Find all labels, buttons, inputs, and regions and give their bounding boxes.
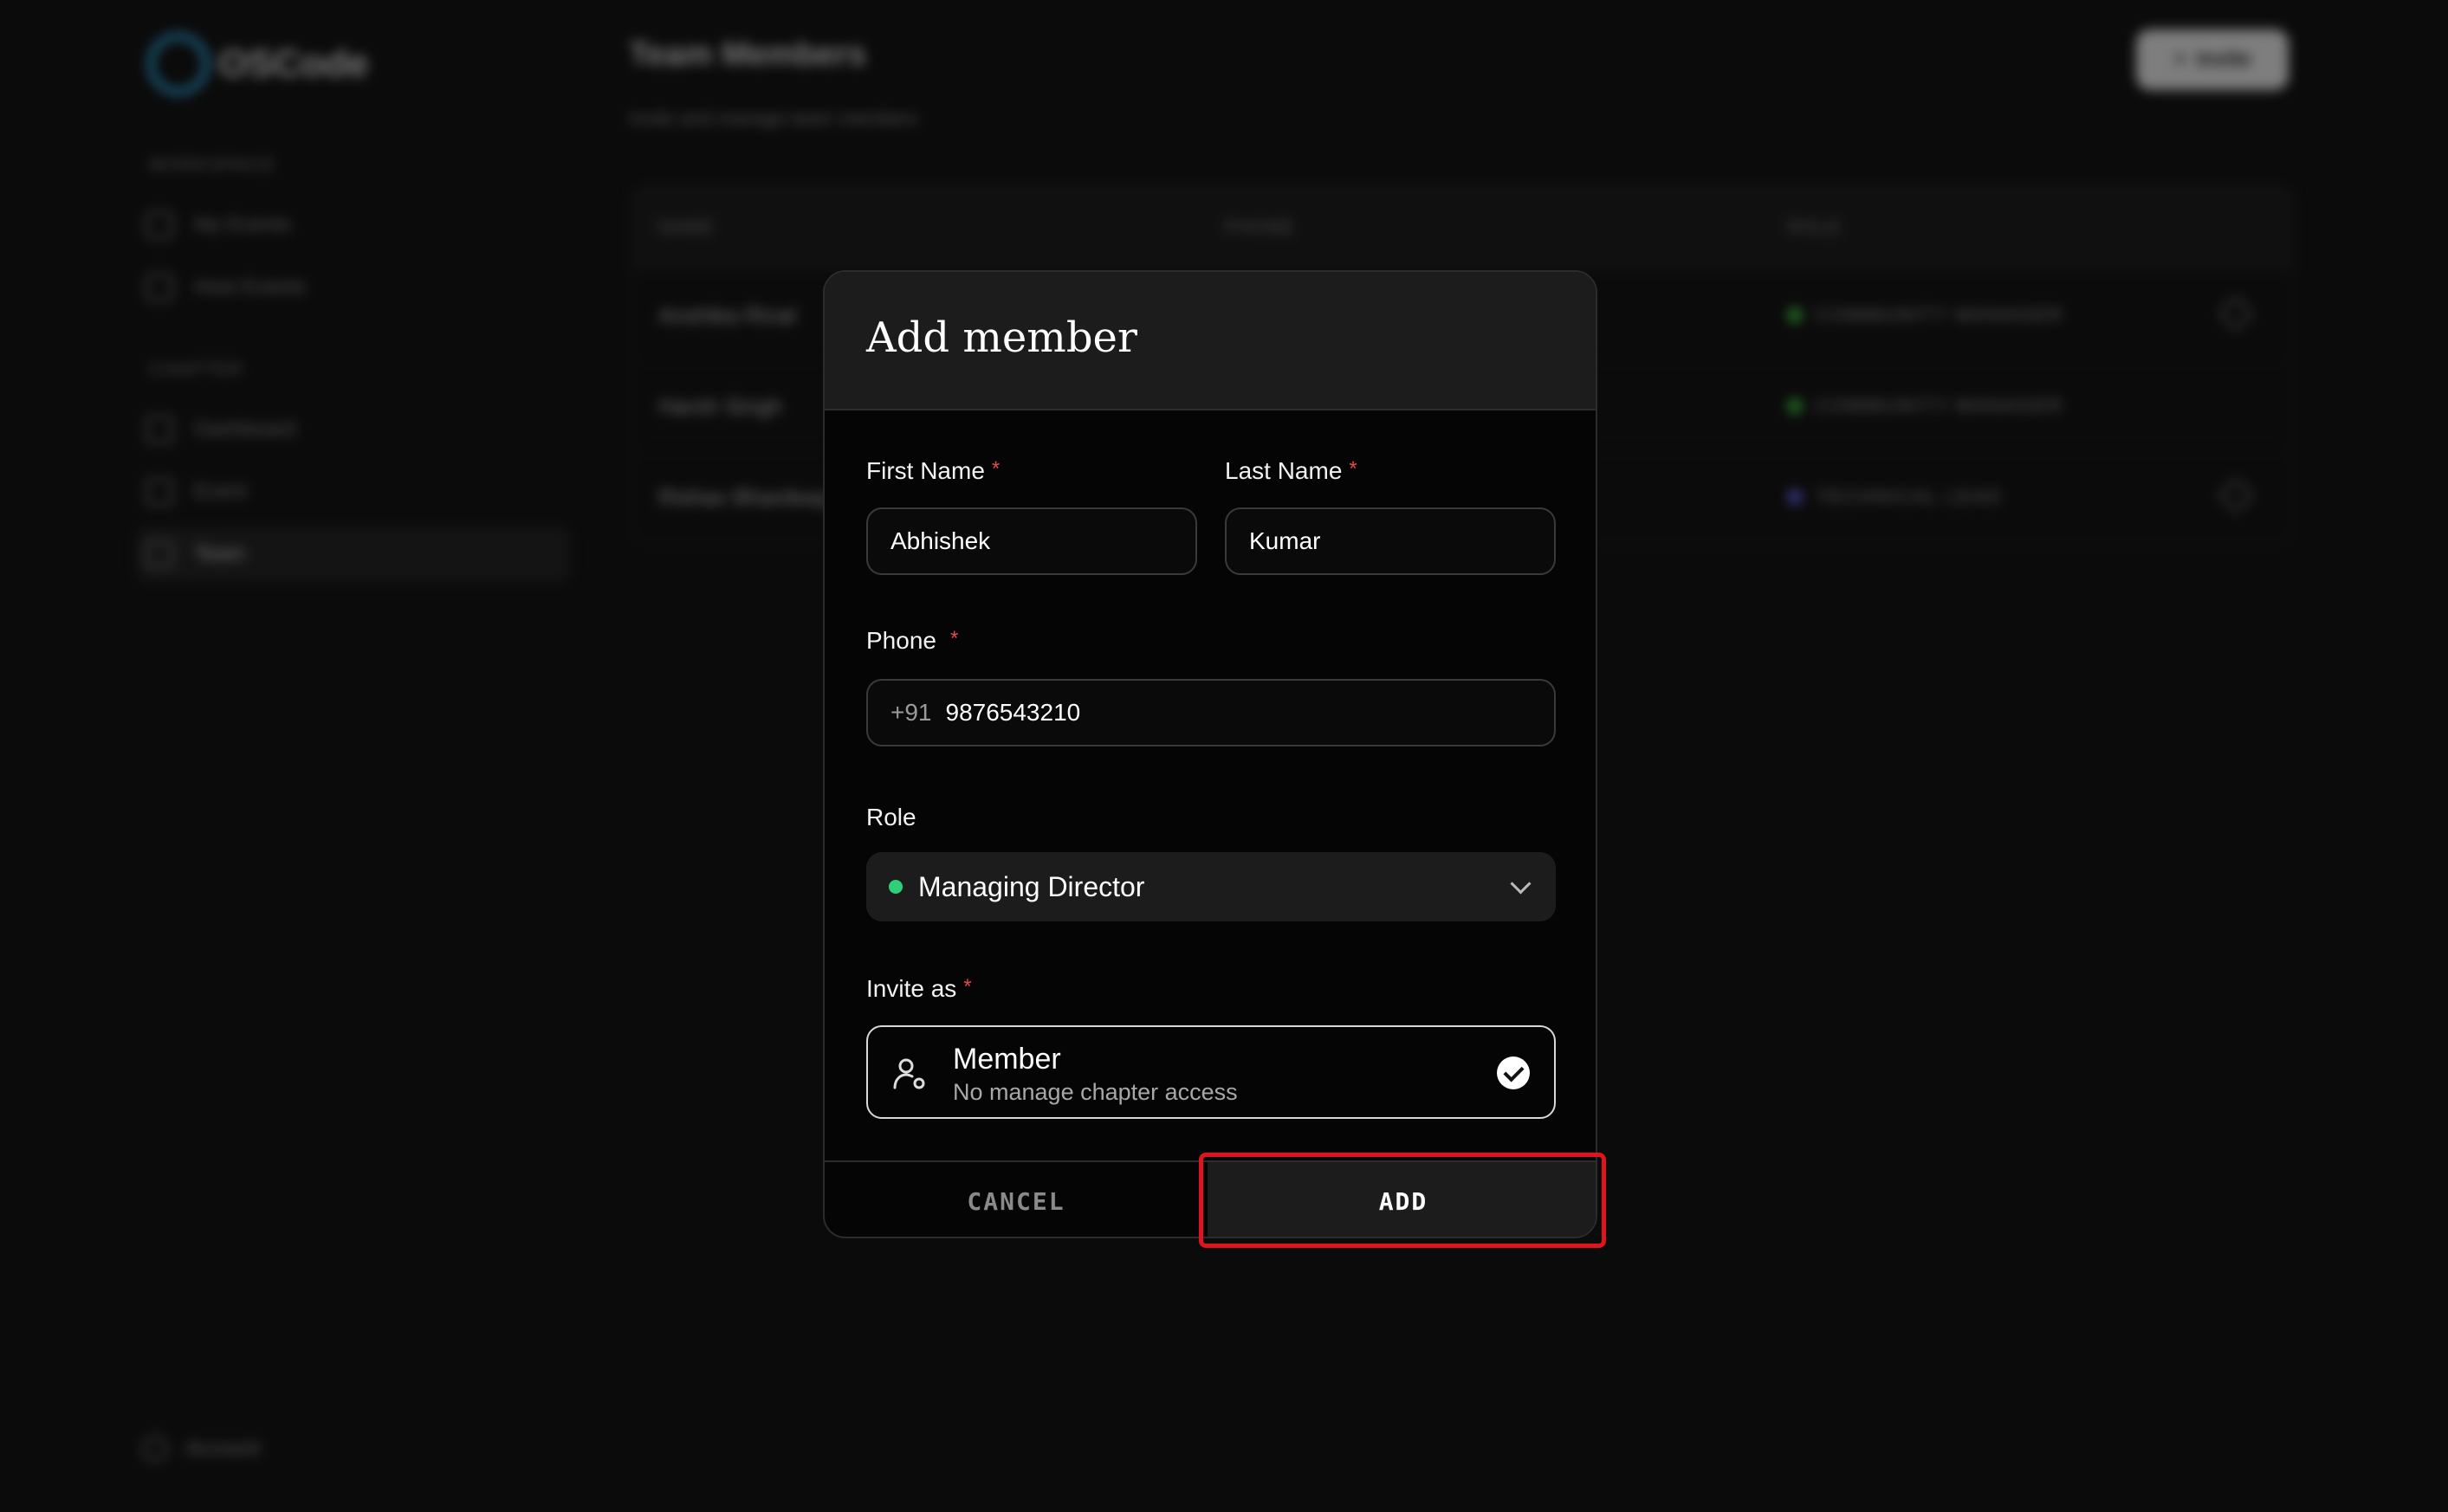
role-select[interactable]: Managing Director xyxy=(866,852,1556,921)
calendar-plus-icon xyxy=(146,274,173,301)
first-name-label: First Name * xyxy=(866,457,1000,485)
sidebar-item-event[interactable]: Event xyxy=(137,464,570,520)
role-badge: COMMUNITY MANAGER xyxy=(1788,304,2064,326)
role-label: COMMUNITY MANAGER xyxy=(1816,395,2064,417)
role-badge: TECHNICAL LEAD xyxy=(1788,486,2002,508)
account-icon xyxy=(142,1436,168,1462)
chevron-down-icon xyxy=(1510,873,1532,895)
team-icon xyxy=(146,540,173,568)
add-member-dialog: Add member First Name * Abhishek Last Nam… xyxy=(823,270,1597,1238)
required-marker: * xyxy=(963,975,972,998)
required-marker: * xyxy=(949,627,959,650)
column-header-phone: PHONE xyxy=(1225,218,1296,237)
phone-field[interactable]: +91 9876543210 xyxy=(866,679,1556,746)
event-icon xyxy=(146,478,173,506)
role-dot-icon xyxy=(1788,490,1802,504)
role-selected-value: Managing Director xyxy=(918,870,1145,902)
role-label: COMMUNITY MANAGER xyxy=(1816,304,2064,326)
sidebar-item-host-events[interactable]: Host Events xyxy=(137,260,570,315)
phone-label-text: Phone xyxy=(866,627,936,654)
required-marker: * xyxy=(1349,457,1357,481)
edit-icon[interactable] xyxy=(2217,294,2255,333)
member-name: Anshika Rinal xyxy=(658,302,796,328)
account-menu[interactable]: Account xyxy=(142,1436,261,1462)
option-title: Member xyxy=(953,1043,1061,1076)
required-marker: * xyxy=(991,457,1001,481)
last-name-label: Last Name * xyxy=(1225,457,1357,485)
phone-label: Phone * xyxy=(866,627,958,655)
sidebar-item-team[interactable]: Team xyxy=(137,527,570,582)
role-status-dot-icon xyxy=(889,880,903,894)
sidebar-item-dashboard[interactable]: Dashboard xyxy=(137,402,570,457)
role-label: TECHNICAL LEAD xyxy=(1816,486,2003,507)
dialog-header: Add member xyxy=(825,272,1596,410)
invite-as-label: Invite as * xyxy=(866,975,972,1003)
plus-icon: + xyxy=(2173,48,2186,71)
dialog-title: Add member xyxy=(866,313,1137,362)
first-name-value: Abhishek xyxy=(890,527,991,554)
sidebar-item-label: My Events xyxy=(194,213,292,236)
logo-mark-icon xyxy=(147,33,210,95)
account-label: Account xyxy=(185,1437,261,1460)
first-name-label-text: First Name xyxy=(866,457,985,484)
user-settings-icon xyxy=(893,1058,925,1089)
invite-button-label: Invite xyxy=(2196,48,2251,71)
column-header-role: ROLE xyxy=(1788,218,1842,237)
last-name-field[interactable]: Kumar xyxy=(1225,507,1556,575)
sidebar-item-label: Team xyxy=(194,542,245,565)
sidebar-item-label: Host Events xyxy=(194,275,307,299)
edit-icon[interactable] xyxy=(2217,476,2255,514)
phone-value: 9876543210 xyxy=(945,699,1081,726)
page-subtitle: Invite and manage team members xyxy=(629,107,918,129)
logo-text: OSCode xyxy=(218,42,369,85)
role-dot-icon xyxy=(1788,308,1802,322)
role-badge: COMMUNITY MANAGER xyxy=(1788,395,2064,417)
sidebar-item-label: Event xyxy=(194,480,248,503)
calendar-icon xyxy=(146,211,173,239)
role-label: Role xyxy=(866,804,916,830)
option-description: No manage chapter access xyxy=(953,1079,1238,1105)
sidebar-item-label: Dashboard xyxy=(194,417,296,441)
invite-as-label-text: Invite as xyxy=(866,975,957,1002)
member-name: Harsh Singh xyxy=(658,393,783,419)
country-code-prefix: +91 xyxy=(890,699,932,726)
member-name: Rishav Bhardwaj xyxy=(658,484,828,510)
app-logo: OSCode xyxy=(147,33,369,95)
page-title: Team Members xyxy=(629,36,866,73)
first-name-field[interactable]: Abhishek xyxy=(866,507,1197,575)
invite-as-member-option[interactable]: Member No manage chapter access xyxy=(866,1025,1556,1119)
check-circle-icon xyxy=(1497,1056,1530,1089)
cancel-button[interactable]: CANCEL xyxy=(825,1162,1208,1237)
sidebar-item-my-events[interactable]: My Events xyxy=(137,197,570,253)
add-button-highlight xyxy=(1199,1153,1606,1248)
table-header: NAME PHONE ROLE xyxy=(632,187,2292,270)
role-dot-icon xyxy=(1788,399,1802,413)
invite-button[interactable]: + Invite xyxy=(2136,29,2289,90)
column-header-name: NAME xyxy=(658,218,716,237)
last-name-label-text: Last Name xyxy=(1225,457,1343,484)
sidebar-section-workspace: WORKSPACE xyxy=(149,156,276,175)
sidebar-section-chapter: CHAPTER xyxy=(149,360,244,379)
last-name-value: Kumar xyxy=(1249,527,1321,554)
dashboard-icon xyxy=(146,416,173,443)
